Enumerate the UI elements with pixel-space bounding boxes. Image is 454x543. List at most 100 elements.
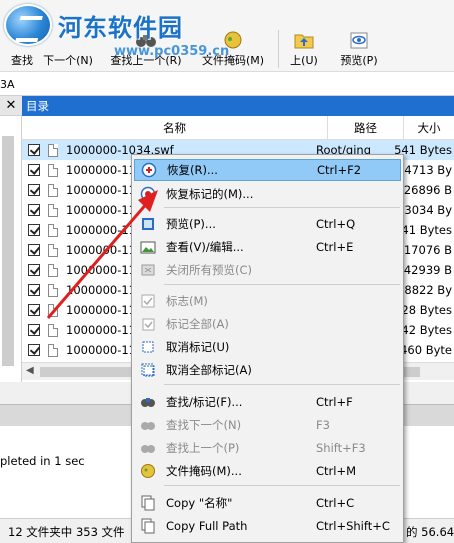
find-next-icon (140, 417, 156, 433)
row-checkbox[interactable] (28, 164, 40, 176)
toolbar-up-button[interactable]: 上(U) (284, 28, 324, 68)
output-log-text: pleted in 1 sec (0, 454, 85, 468)
left-pane-scrollbar[interactable] (2, 136, 14, 366)
menu-item-close-previews: 关闭所有预览(C) (134, 259, 401, 281)
menu-item-view-edit[interactable]: 查看(V)/编辑... Ctrl+E (134, 236, 401, 258)
row-checkbox[interactable] (28, 264, 40, 276)
toolbar-search-button[interactable]: 查找 (4, 28, 40, 68)
preview-icon (140, 216, 156, 232)
mark-all-icon (140, 316, 156, 332)
unmark-all-icon (140, 362, 156, 378)
unmark-icon (140, 339, 156, 355)
close-icon[interactable]: ✕ (0, 96, 22, 116)
file-mask-icon (224, 31, 242, 49)
menu-item-recover-marked[interactable]: 恢复标记的(M)... (134, 183, 401, 205)
menu-item-label: 查找下一个(N) (166, 418, 242, 432)
menu-item-recover[interactable]: 恢复(R)... Ctrl+F2 (134, 159, 401, 181)
menu-item-label: 文件掩码(M)... (166, 464, 242, 478)
menu-item-shortcut: Ctrl+Shift+C (316, 519, 390, 533)
menu-item-file-mask[interactable]: 文件掩码(M)... Ctrl+M (134, 460, 401, 482)
toolbar-find-next-button[interactable]: 下一个(N) (40, 28, 96, 68)
toolbar-file-mask-label: 文件掩码(M) (201, 54, 265, 67)
menu-item-mark-all: 标记全部(A) (134, 313, 401, 335)
scroll-left-icon[interactable]: ◀ (26, 365, 34, 376)
view-edit-icon (140, 239, 156, 255)
close-previews-icon (140, 262, 156, 278)
menu-item-label: 取消全部标记(A) (166, 363, 252, 377)
menu-item-shortcut: Ctrl+Q (316, 217, 356, 231)
menu-item-copy[interactable]: Copy "名称" Ctrl+C (134, 492, 401, 514)
file-icon (48, 343, 58, 357)
menu-item-preview[interactable]: 预览(P)... Ctrl+Q (134, 213, 401, 235)
row-checkbox[interactable] (28, 244, 40, 256)
file-icon (48, 203, 58, 217)
row-checkbox[interactable] (28, 144, 40, 156)
menu-item-mark: 标志(M) (134, 290, 401, 312)
file-icon (48, 323, 58, 337)
menu-item-label: 恢复标记的(M)... (166, 187, 254, 201)
recover-icon (141, 162, 157, 178)
status-file-count: 12 文件夹中 353 文件 (8, 525, 125, 539)
copy-path-icon (140, 518, 156, 534)
menu-item-label: 标记全部(A) (166, 317, 229, 331)
menu-item-shortcut: Shift+F3 (316, 441, 366, 455)
column-name[interactable]: 名称 (22, 116, 328, 140)
file-icon (48, 263, 58, 277)
menu-item-shortcut: Ctrl+C (316, 496, 355, 510)
file-icon (48, 243, 58, 257)
menu-item-label: Copy "名称" (166, 496, 233, 510)
menu-item-find-next: 查找下一个(N) F3 (134, 414, 401, 436)
toolbar-find-next-label: 下一个(N) (43, 54, 93, 67)
mark-icon (140, 293, 156, 309)
column-path[interactable]: 路径 (328, 116, 404, 140)
menu-item-shortcut: Ctrl+E (316, 240, 354, 254)
menu-item-label: 关闭所有预览(C) (166, 263, 253, 277)
file-icon (48, 283, 58, 297)
row-checkbox[interactable] (28, 224, 40, 236)
row-checkbox[interactable] (28, 304, 40, 316)
folder-up-icon (294, 34, 314, 49)
row-checkbox[interactable] (28, 324, 40, 336)
toolbar: 查找 下一个(N) 查找上一个(R) 文件掩码(M) 上(U) 预览(P) (0, 0, 454, 72)
file-icon (48, 183, 58, 197)
copy-icon (140, 495, 156, 511)
panel-title: 目录 (22, 96, 454, 116)
toolbar-up-label: 上(U) (290, 54, 318, 67)
menu-item-copy-path[interactable]: Copy Full Path Ctrl+Shift+C (134, 515, 401, 537)
menu-item-label: 标志(M) (166, 294, 208, 308)
recover-marked-icon (140, 186, 156, 202)
toolbar-file-mask-button[interactable]: 文件掩码(M) (198, 28, 268, 68)
menu-item-label: 查找上一个(P) (166, 441, 240, 455)
toolbar-preview-button[interactable]: 预览(P) (334, 28, 384, 68)
row-checkbox[interactable] (28, 184, 40, 196)
menu-item-label: 取消标记(U) (166, 340, 230, 354)
menu-item-label: 查看(V)/编辑... (166, 240, 244, 254)
column-header: 名称 路径 大小 (22, 116, 454, 140)
status-size: 的 56.64 (406, 525, 454, 539)
tab-label[interactable]: 3A (0, 78, 15, 91)
toolbar-search-label: 查找 (11, 54, 33, 67)
menu-item-shortcut: Ctrl+F (316, 395, 353, 409)
preview-eye-icon (350, 32, 368, 49)
menu-item-unmark[interactable]: 取消标记(U) (134, 336, 401, 358)
row-checkbox[interactable] (28, 284, 40, 296)
menu-item-find-mark[interactable]: 查找/标记(F)... Ctrl+F (134, 391, 401, 413)
column-size[interactable]: 大小 (404, 116, 454, 140)
menu-separator (164, 284, 400, 285)
row-checkbox[interactable] (28, 344, 40, 356)
menu-separator (164, 485, 400, 486)
menu-item-label: Copy Full Path (166, 519, 248, 533)
menu-item-label: 查找/标记(F)... (166, 395, 243, 409)
toolbar-find-prev-label: 查找上一个(R) (110, 54, 182, 67)
row-checkbox[interactable] (28, 204, 40, 216)
left-pane: ✕ (0, 96, 22, 382)
context-menu: 恢复(R)... Ctrl+F2 恢复标记的(M)... 预览(P)... Ctrl+Q… (131, 154, 404, 543)
menu-separator (164, 384, 400, 385)
menu-item-unmark-all[interactable]: 取消全部标记(A) (134, 359, 401, 381)
menu-item-shortcut: F3 (316, 418, 330, 432)
file-icon (48, 143, 58, 157)
toolbar-find-prev-button[interactable]: 查找上一个(R) (100, 28, 192, 68)
menu-item-find-prev: 查找上一个(P) Shift+F3 (134, 437, 401, 459)
file-mask-icon (140, 463, 156, 479)
toolbar-separator (278, 30, 279, 68)
